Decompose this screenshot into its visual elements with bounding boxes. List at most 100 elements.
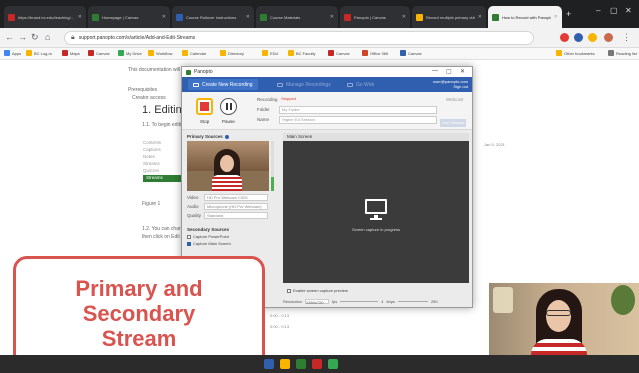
tab-manage-recordings[interactable]: Manage Recordings [272, 79, 336, 90]
step-text: 1.1. To begin editi [142, 122, 182, 128]
browser-tab[interactable]: Course Materials ✕ [256, 6, 338, 28]
forward-icon[interactable]: → [18, 32, 27, 42]
resolution-select[interactable]: 1280x720 [304, 298, 329, 305]
maximize-icon[interactable]: ▢ [446, 68, 452, 75]
extension-icon[interactable] [560, 33, 569, 42]
name-label: Name [257, 117, 270, 122]
bookmark-item[interactable]: Canvas [328, 50, 350, 56]
stop-record-button[interactable] [196, 98, 213, 115]
bookmark-item[interactable]: BC Log-in [26, 50, 52, 56]
pause-button[interactable] [220, 98, 237, 115]
extension-icon[interactable] [574, 33, 583, 42]
bookmark-item[interactable]: Office 365 [362, 50, 388, 56]
browser-tab[interactable]: Panopto | Canvas ✕ [340, 6, 410, 28]
tab-main-screen[interactable]: Main Screen [287, 134, 312, 139]
new-tab-button[interactable]: + [566, 9, 571, 19]
bookmark-icon [88, 50, 94, 56]
tab-go-web[interactable]: Go Web [342, 79, 379, 90]
close-icon[interactable]: ✕ [402, 14, 406, 20]
bookmark-label: Canvas [96, 50, 110, 56]
bookmark-icon [262, 50, 268, 56]
browser-tab-active[interactable]: How to Record with Panopto ✕ [488, 6, 562, 28]
bookmark-item[interactable]: Maps [62, 50, 80, 56]
monitor-icon [365, 199, 387, 214]
browser-tab[interactable]: Homepage | Canvas ✕ [88, 6, 170, 28]
browser-tab[interactable]: Course Rollover Instructions ✕ [172, 6, 254, 28]
fps-slider[interactable] [340, 300, 379, 302]
capture-powerpoint-checkbox[interactable]: Capture PowerPoint [187, 234, 275, 239]
maximize-icon[interactable]: ▢ [610, 6, 618, 15]
screen-preview-checkbox[interactable]: Enable screen capture preview [287, 288, 348, 293]
profile-avatar[interactable] [604, 33, 613, 42]
bookmark-label: Reading list [616, 50, 637, 56]
video-camera-icon [193, 82, 199, 87]
bookmark-label: Apps [12, 50, 22, 56]
bookmark-item[interactable]: Canvas [400, 50, 422, 56]
bookmark-label: Other bookmarks [564, 50, 595, 56]
bookmark-label: BC Log-in [34, 50, 52, 56]
checkbox-box-checked[interactable] [187, 241, 191, 246]
minimize-icon[interactable]: – [596, 6, 600, 15]
video-source-select[interactable]: HD Pro Webcam C920 [204, 194, 268, 201]
close-icon[interactable]: ✕ [330, 14, 334, 20]
figure-caption: Figure 1 [142, 201, 161, 207]
timestamp-text: 0:00 - 0:13 [270, 313, 290, 318]
tab-label: https://brand.bc.edu/teaching/... [18, 14, 75, 20]
taskbar-app-icon[interactable] [312, 359, 322, 369]
checkbox-box[interactable] [187, 234, 191, 239]
checkbox-box[interactable] [287, 288, 291, 293]
favicon-icon [8, 13, 15, 21]
tab-label: Homepage | Canvas [102, 14, 139, 20]
close-icon[interactable]: ✕ [460, 68, 465, 75]
bookmark-label: Calendar [190, 50, 207, 56]
close-icon[interactable]: ✕ [554, 14, 558, 20]
secondary-sources-title: Secondary Sources [187, 227, 230, 232]
back-icon[interactable]: ← [5, 32, 14, 42]
close-icon[interactable]: ✕ [246, 14, 250, 20]
menu-dots-icon[interactable]: ⋮ [622, 32, 631, 43]
bookmark-item[interactable]: Other bookmarks [556, 50, 595, 56]
info-icon[interactable] [224, 134, 229, 139]
browser-tab[interactable]: https://brand.bc.edu/teaching/... ✕ [4, 6, 86, 28]
stop-icon [200, 102, 209, 111]
minimize-icon[interactable]: — [432, 68, 438, 74]
session-name-input[interactable]: Higher Ed Session [279, 116, 437, 124]
taskbar-app-icon[interactable] [264, 359, 274, 369]
bookmark-item[interactable]: Directory [220, 50, 244, 56]
bookmark-item[interactable]: Apps [4, 50, 21, 56]
folder-select[interactable]: My Folder [279, 106, 437, 114]
audio-level-fill [271, 177, 274, 191]
capture-main-screen-checkbox[interactable]: Capture Main Screen [187, 241, 275, 246]
bookmark-label: BC Faculty [296, 50, 316, 56]
audio-source-select[interactable]: Microphone (HD Pro Webcam) [204, 203, 268, 210]
taskbar-app-icon[interactable] [328, 359, 338, 369]
extension-icon[interactable] [588, 33, 597, 42]
tab-label: Course Materials [270, 14, 301, 20]
bookmark-item[interactable]: My Drive [118, 50, 142, 56]
primary-sources-title: Primary Sources [187, 134, 275, 139]
home-icon[interactable]: ⌂ [45, 32, 50, 42]
browser-tab[interactable]: Record multiple primary video ✕ [412, 6, 486, 28]
url-input[interactable]: 🔒︎ support.panopto.com/s/article/Add-and… [64, 31, 534, 45]
bookmark-item[interactable]: Reading list [608, 50, 637, 56]
close-icon[interactable]: ✕ [478, 14, 482, 20]
bookmark-item[interactable]: Workflow [148, 50, 172, 56]
quality-select[interactable]: Standard [204, 212, 268, 219]
bookmark-item[interactable]: BC Faculty [288, 50, 316, 56]
callout-line: Stream [101, 325, 177, 351]
prereq-item: Creator access [132, 95, 166, 101]
close-icon[interactable]: ✕ [78, 14, 82, 20]
tab-create-new-recording[interactable]: Create New Recording [188, 79, 258, 90]
bookmark-item[interactable]: Canvas [88, 50, 110, 56]
close-icon[interactable]: ✕ [162, 14, 166, 20]
bookmark-item[interactable]: EDU [262, 50, 278, 56]
signout-link[interactable]: Sign out [433, 84, 468, 89]
resolution-label: Resolution [283, 298, 302, 304]
reload-icon[interactable]: ↻ [31, 32, 39, 43]
bookmark-item[interactable]: Calendar [182, 50, 206, 56]
kbps-slider[interactable] [397, 300, 428, 302]
join-session-button[interactable]: Join Session [440, 119, 466, 127]
close-window-icon[interactable]: ✕ [625, 6, 632, 15]
taskbar-app-icon[interactable] [296, 359, 306, 369]
taskbar-app-icon[interactable] [280, 359, 290, 369]
